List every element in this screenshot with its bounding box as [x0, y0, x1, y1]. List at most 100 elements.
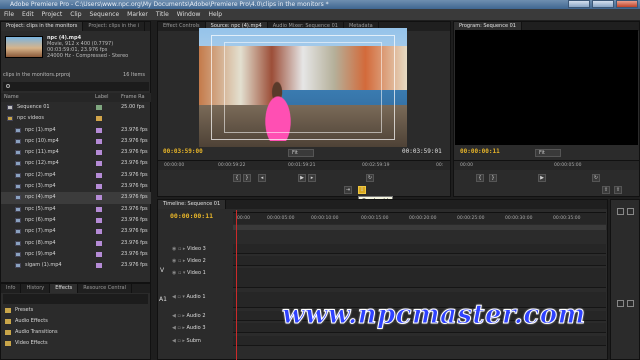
effects-folder-audio-effects[interactable]: Audio Effects	[1, 316, 150, 327]
tab-project-main[interactable]: Project: clips in the monitors	[1, 22, 84, 31]
audio-target-indicator[interactable]: A1	[159, 296, 167, 303]
list-item[interactable]: npc (12).mp4 23.976 fps	[1, 158, 151, 169]
play-button[interactable]: ▶	[298, 174, 306, 182]
list-item[interactable]: npc (2).mp4 23.976 fps	[1, 170, 151, 181]
list-item[interactable]: npc (8).mp4 23.976 fps	[1, 238, 151, 249]
maximize-button[interactable]	[592, 0, 614, 8]
tab-timeline[interactable]: Timeline: Sequence 01	[158, 200, 227, 209]
program-time-ruler[interactable]: 00:00 00:00:05:00	[454, 160, 639, 170]
video-target-indicator[interactable]: V	[160, 267, 164, 274]
source-fit-dropdown[interactable]: Fit	[288, 149, 314, 157]
track-header-audio-2[interactable]: ◀ ▫ ▸ Audio 2	[172, 311, 232, 321]
tab-info[interactable]: Info	[1, 284, 22, 293]
mark-in-button[interactable]: {	[233, 174, 241, 182]
tab-project-secondary[interactable]: Project: clips in the i	[83, 22, 145, 31]
menu-title[interactable]: Title	[156, 9, 169, 20]
label-swatch	[96, 240, 102, 246]
timeline-current-timecode[interactable]: 00:00:00:11	[170, 212, 213, 220]
track-lane-video-3[interactable]	[233, 244, 606, 254]
menu-project[interactable]: Project	[42, 9, 63, 20]
effects-panel: Info History Effects Resource Central Pr…	[0, 283, 151, 360]
mark-out-button[interactable]: }	[489, 174, 497, 182]
list-item-selected[interactable]: npc (4).mp4 23.976 fps	[1, 192, 151, 204]
menu-edit[interactable]: Edit	[22, 9, 34, 20]
ruler-label: 00:00:05:00	[554, 163, 582, 168]
track-header-video-3[interactable]: ◉ ▫ ▸ Video 3	[172, 244, 232, 254]
razor-tool-icon[interactable]	[617, 300, 624, 307]
list-item[interactable]: npc (9).mp4 23.976 fps	[1, 249, 151, 260]
track-header-submix[interactable]: ◀ ▫ ▸ Subm	[172, 336, 232, 346]
tab-history[interactable]: History	[21, 284, 51, 293]
track-lane-video-1[interactable]	[233, 268, 606, 288]
mark-out-button[interactable]: }	[243, 174, 251, 182]
track-header-video-1[interactable]: ◉ ▫ ▾ Video 1	[172, 268, 232, 288]
project-search-field[interactable]	[3, 82, 149, 91]
watermark-text: www.npcmaster.com	[282, 300, 586, 331]
column-frame-rate[interactable]: Frame Ra	[121, 93, 145, 102]
timeline-zoom-bar[interactable]	[233, 225, 606, 230]
program-current-timecode[interactable]: 00:00:00:11	[460, 148, 500, 155]
tab-resource-central[interactable]: Resource Central	[78, 284, 132, 293]
track-lane-video-2[interactable]	[233, 256, 606, 266]
timeline-time-ruler[interactable]: 00:00 00:00:05:00 00:00:10:00 00:00:15:0…	[233, 212, 606, 224]
list-item[interactable]: npc (5).mp4 23.976 fps	[1, 204, 151, 215]
ruler-label: 00:00:35:00	[553, 216, 581, 221]
list-item[interactable]: npc videos	[1, 113, 151, 124]
list-item[interactable]: Sequence 01 25.00 fps	[1, 102, 151, 113]
list-item[interactable]: npc (1).mp4 23.976 fps	[1, 125, 151, 136]
minimize-button[interactable]	[568, 0, 590, 8]
effects-folder-audio-transitions[interactable]: Audio Transitions	[1, 327, 150, 338]
tab-effects[interactable]: Effects	[50, 284, 79, 293]
track-lane-submix[interactable]	[233, 336, 606, 346]
project-columns-header: Name Label Frame Ra	[1, 93, 151, 102]
overlay-button[interactable]: ⇩	[358, 186, 366, 194]
ruler-label: 00:00:15:00	[361, 216, 389, 221]
column-label[interactable]: Label	[95, 93, 109, 102]
effects-folder-video-effects[interactable]: Video Effects	[1, 338, 150, 349]
track-header-audio-3[interactable]: ◀ ▫ ▸ Audio 3	[172, 323, 232, 333]
list-item[interactable]: sigam (1).mp4 23.976 fps	[1, 260, 151, 271]
play-button[interactable]: ▶	[538, 174, 546, 182]
loop-button[interactable]: ↻	[366, 174, 374, 182]
timeline-playhead[interactable]	[236, 210, 237, 360]
project-panel: Project: clips in the monitors Project: …	[0, 21, 151, 283]
video-clip-icon	[15, 150, 21, 156]
program-fit-dropdown[interactable]: Fit	[535, 149, 561, 157]
project-item-list: Sequence 01 25.00 fps npc videos npc (1).…	[1, 102, 151, 271]
track-header-audio-1[interactable]: ◀ ▫ ▾ Audio 1	[172, 292, 232, 308]
mark-in-button[interactable]: {	[476, 174, 484, 182]
effects-search-field[interactable]	[3, 294, 148, 304]
selection-tool-icon[interactable]	[617, 208, 624, 215]
source-time-ruler[interactable]: 00:00:00 00:00:59:22 00:01:59:21 00:02:5…	[158, 160, 450, 170]
track-select-tool-icon[interactable]	[627, 208, 634, 215]
column-name[interactable]: Name	[4, 93, 19, 102]
extract-button[interactable]: ⇪	[614, 186, 622, 194]
source-duration-timecode: 00:03:59:01	[402, 148, 442, 155]
source-current-timecode[interactable]: 00:03:59:00	[163, 148, 203, 155]
step-back-button[interactable]: ◂	[258, 174, 266, 182]
list-item[interactable]: npc (7).mp4 23.976 fps	[1, 226, 151, 237]
list-item[interactable]: npc (11).mp4 23.976 fps	[1, 147, 151, 158]
menu-clip[interactable]: Clip	[70, 9, 81, 20]
step-forward-button[interactable]: ▸	[308, 174, 316, 182]
list-item[interactable]: npc (10).mp4 23.976 fps	[1, 136, 151, 147]
program-video-frame[interactable]	[455, 30, 638, 145]
list-item[interactable]: npc (6).mp4 23.976 fps	[1, 215, 151, 226]
label-swatch	[96, 263, 102, 269]
menu-window[interactable]: Window	[177, 9, 201, 20]
video-clip-icon	[15, 229, 21, 235]
menu-sequence[interactable]: Sequence	[90, 9, 120, 20]
menu-help[interactable]: Help	[208, 9, 222, 20]
menu-marker[interactable]: Marker	[127, 9, 148, 20]
close-button[interactable]	[616, 0, 638, 8]
source-video-frame[interactable]	[199, 28, 407, 147]
effects-folder-presets[interactable]: Presets	[1, 305, 150, 316]
insert-button[interactable]: ⇥	[344, 186, 352, 194]
lift-button[interactable]: ⇧	[602, 186, 610, 194]
loop-button[interactable]: ↻	[592, 174, 600, 182]
list-item[interactable]: npc (3).mp4 23.976 fps	[1, 181, 151, 192]
slip-tool-icon[interactable]	[627, 300, 634, 307]
label-swatch	[96, 105, 102, 110]
menu-file[interactable]: File	[4, 9, 14, 20]
track-header-video-2[interactable]: ◉ ▫ ▸ Video 2	[172, 256, 232, 266]
